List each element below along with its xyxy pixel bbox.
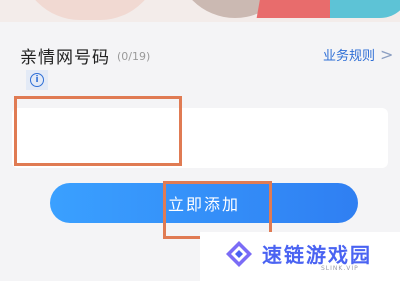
chevron-right-icon: >: [380, 44, 394, 64]
info-button[interactable]: i: [26, 70, 48, 90]
info-icon: i: [30, 73, 44, 87]
business-rules-link[interactable]: 业务规则 >: [323, 45, 393, 64]
business-rules-label: 业务规则: [323, 49, 376, 64]
top-banner-image: [0, 0, 400, 22]
annotation-highlight-input: [14, 96, 182, 166]
char-counter: (0/19): [117, 50, 151, 63]
watermark-text: 速链游戏园: [262, 243, 372, 267]
watermark-logo-icon: [226, 241, 252, 267]
page-title: 亲情网号码: [20, 48, 110, 68]
watermark-subtext: SLINK.VIP: [321, 265, 359, 272]
annotation-highlight-button: [163, 181, 272, 239]
